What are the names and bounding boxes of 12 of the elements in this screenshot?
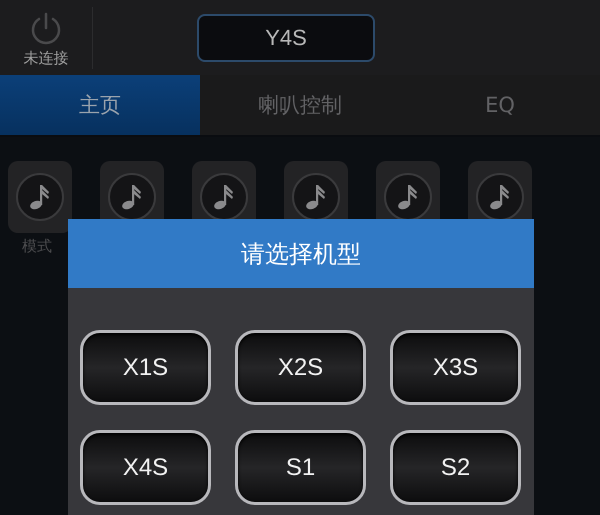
model-button[interactable]: S2 — [390, 430, 521, 505]
mode-label: 模式 — [21, 237, 52, 256]
tab[interactable]: 主页 — [0, 75, 200, 135]
model-button[interactable]: X4S — [80, 430, 211, 505]
dialog-title: 请选择机型 — [68, 219, 534, 288]
connection-status: 未连接 — [24, 49, 68, 68]
device-name-field[interactable]: Y4S — [197, 14, 375, 62]
music-note-icon[interactable] — [8, 161, 72, 233]
model-button[interactable]: X2S — [235, 330, 366, 405]
model-button[interactable]: S1 — [235, 430, 366, 505]
model-button[interactable]: X1S — [80, 330, 211, 405]
model-button[interactable]: X3S — [390, 330, 521, 405]
